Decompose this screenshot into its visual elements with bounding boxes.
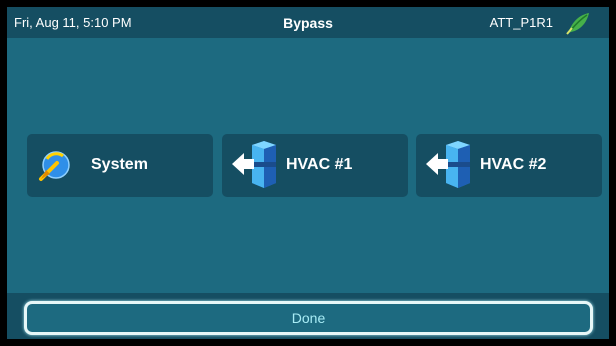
system-gauge-icon <box>39 151 70 181</box>
hvac-unit-arrow-icon <box>232 141 276 188</box>
hvac-unit-arrow-icon <box>426 141 470 188</box>
hvac-1-label: HVAC #1 <box>286 156 353 173</box>
leaf-logo-icon <box>566 13 589 35</box>
bypass-screen: Fri, Aug 11, 5:10 PM Bypass ATT_P1R1 Sys… <box>7 7 609 339</box>
system-label: System <box>91 156 148 173</box>
hvac-2-button[interactable]: HVAC #2 <box>416 134 602 197</box>
footer-bar: Done <box>7 293 609 339</box>
hvac-1-button[interactable]: HVAC #1 <box>222 134 408 197</box>
device-name: ATT_P1R1 <box>489 15 553 30</box>
top-status-bar: Fri, Aug 11, 5:10 PM Bypass ATT_P1R1 <box>7 7 609 38</box>
hvac-2-label: HVAC #2 <box>480 156 547 173</box>
done-button[interactable]: Done <box>24 301 593 335</box>
system-button[interactable]: System <box>27 134 213 197</box>
